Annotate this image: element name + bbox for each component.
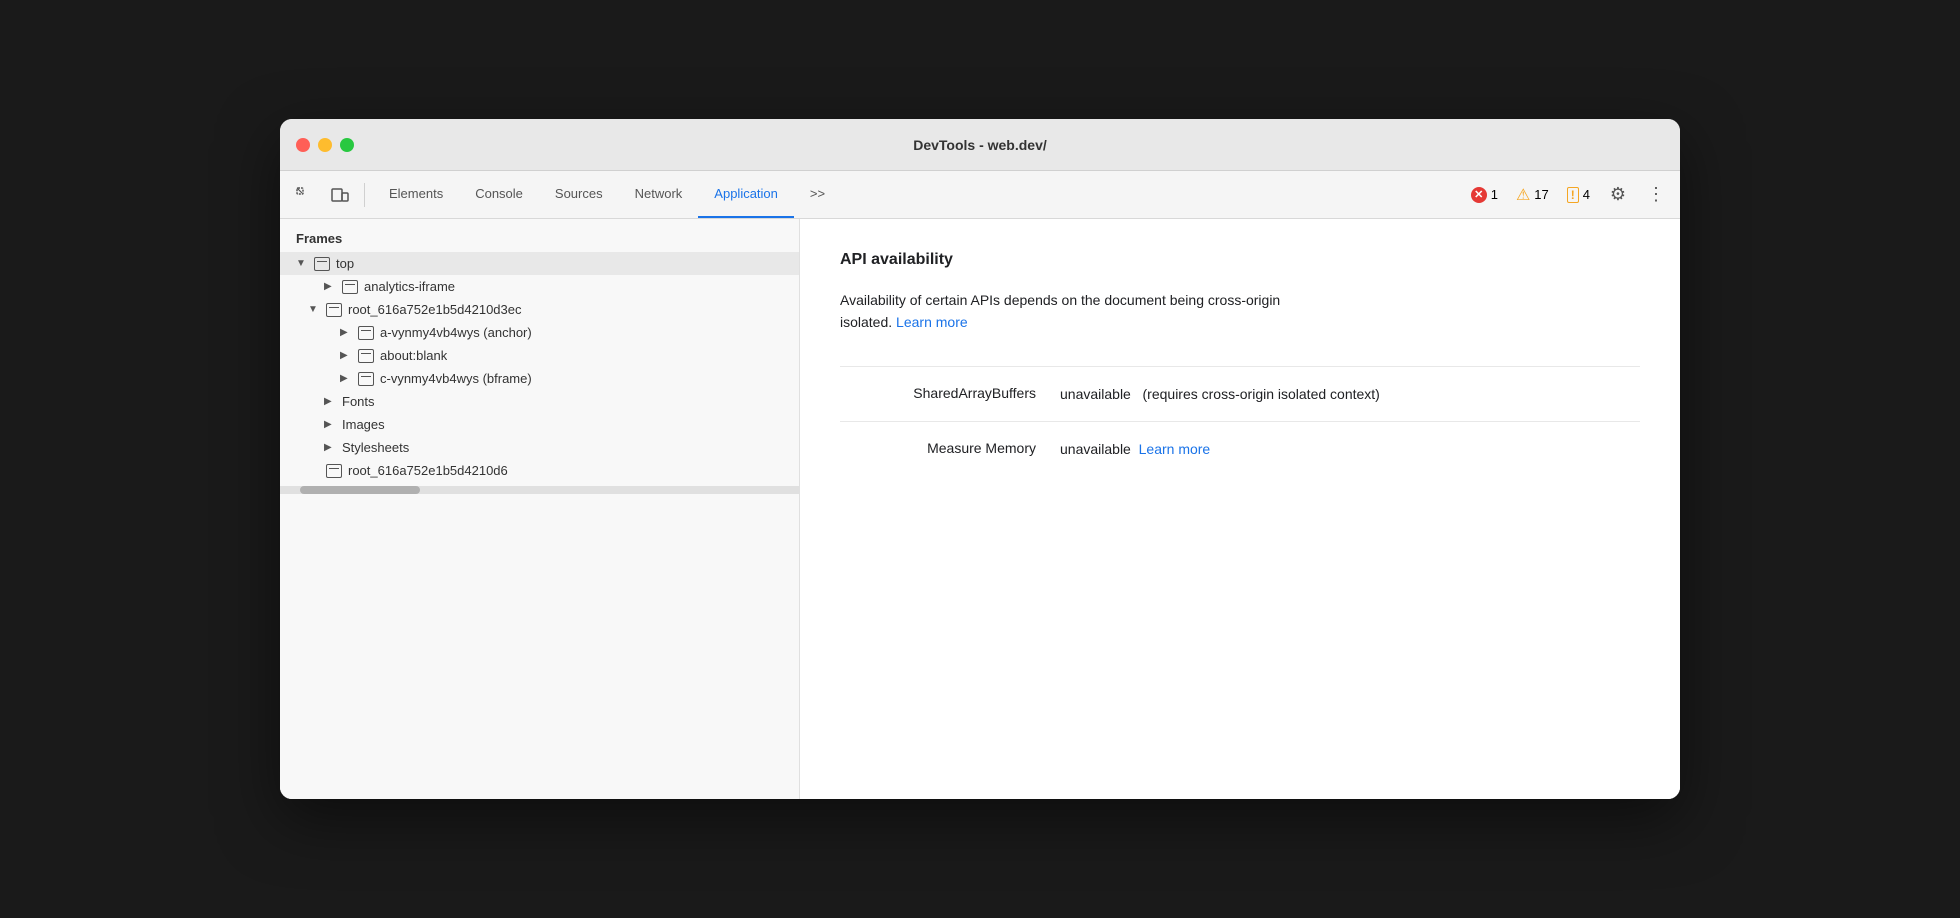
sidebar-item-label: root_616a752e1b5d4210d6 <box>348 463 508 478</box>
tab-elements[interactable]: Elements <box>373 171 459 218</box>
sidebar-item-label: top <box>336 256 354 271</box>
inspect-element-icon[interactable] <box>288 179 320 211</box>
sidebar-item-analytics-iframe[interactable]: analytics-iframe <box>280 275 799 298</box>
chevron-right-icon <box>324 281 336 292</box>
sidebar-item-label: analytics-iframe <box>364 279 455 294</box>
sidebar-item-stylesheets[interactable]: Stylesheets <box>280 436 799 459</box>
chevron-down-icon <box>308 304 320 315</box>
maximize-button[interactable] <box>340 138 354 152</box>
api-availability-title: API availability <box>840 251 1640 269</box>
sidebar-item-label: a-vynmy4vb4wys (anchor) <box>380 325 532 340</box>
sidebar-item-label: Stylesheets <box>342 440 409 455</box>
measure-memory-label: Measure Memory <box>840 438 1060 456</box>
settings-icon[interactable]: ⚙ <box>1602 179 1634 211</box>
sidebar-horizontal-scrollbar[interactable] <box>280 486 799 494</box>
frame-icon <box>314 257 330 271</box>
sidebar-item-a-vynmy[interactable]: a-vynmy4vb4wys (anchor) <box>280 321 799 344</box>
error-icon: ✕ <box>1471 187 1487 203</box>
tab-more[interactable]: >> <box>794 171 841 218</box>
frame-icon <box>342 280 358 294</box>
device-toolbar-icon[interactable] <box>324 179 356 211</box>
main-content: Frames top analytics-iframe root_616a752… <box>280 219 1680 799</box>
sidebar-item-c-vynmy[interactable]: c-vynmy4vb4wys (bframe) <box>280 367 799 390</box>
chevron-right-icon <box>340 350 352 361</box>
sidebar-item-label: c-vynmy4vb4wys (bframe) <box>380 371 532 386</box>
measure-memory-row: Measure Memory unavailable Learn more <box>840 421 1640 476</box>
availability-description: Availability of certain APIs depends on … <box>840 289 1640 334</box>
toolbar-right: ✕ 1 ⚠ 17 ! 4 ⚙ ⋮ <box>1465 179 1672 211</box>
sidebar-item-root[interactable]: root_616a752e1b5d4210d3ec <box>280 298 799 321</box>
chevron-right-icon <box>340 327 352 338</box>
title-bar: DevTools - web.dev/ <box>280 119 1680 171</box>
frames-section-header: Frames <box>280 219 799 252</box>
shared-array-buffers-row: SharedArrayBuffers unavailable (requires… <box>840 366 1640 421</box>
frame-icon <box>326 303 342 317</box>
tab-console[interactable]: Console <box>459 171 539 218</box>
frame-icon <box>358 372 374 386</box>
devtools-window: DevTools - web.dev/ Elements Console <box>280 119 1680 799</box>
learn-more-link-1[interactable]: Learn more <box>896 314 968 330</box>
info-icon: ! <box>1567 187 1579 203</box>
tab-sources[interactable]: Sources <box>539 171 619 218</box>
sidebar-scroll-thumb[interactable] <box>300 486 420 494</box>
content-panel: API availability Availability of certain… <box>800 219 1680 799</box>
more-options-icon[interactable]: ⋮ <box>1640 179 1672 211</box>
chevron-right-icon <box>324 419 336 430</box>
sidebar-item-root2[interactable]: root_616a752e1b5d4210d6 <box>280 459 799 482</box>
sidebar-item-about-blank[interactable]: about:blank <box>280 344 799 367</box>
chevron-right-icon <box>324 442 336 453</box>
tab-network[interactable]: Network <box>619 171 699 218</box>
chevron-right-icon <box>340 373 352 384</box>
minimize-button[interactable] <box>318 138 332 152</box>
close-button[interactable] <box>296 138 310 152</box>
sidebar-item-label: root_616a752e1b5d4210d3ec <box>348 302 522 317</box>
frame-icon <box>358 326 374 340</box>
toolbar-divider <box>364 183 365 207</box>
warning-badge[interactable]: ⚠ 17 <box>1510 183 1555 207</box>
shared-array-buffers-label: SharedArrayBuffers <box>840 383 1060 401</box>
chevron-right-icon <box>324 396 336 407</box>
shared-array-buffers-value: unavailable (requires cross-origin isola… <box>1060 383 1640 405</box>
sidebar-item-label: about:blank <box>380 348 447 363</box>
api-table: SharedArrayBuffers unavailable (requires… <box>840 366 1640 477</box>
error-badge[interactable]: ✕ 1 <box>1465 185 1504 205</box>
sidebar-item-top[interactable]: top <box>280 252 799 275</box>
frame-icon <box>326 464 342 478</box>
learn-more-link-2[interactable]: Learn more <box>1139 441 1211 457</box>
sidebar[interactable]: Frames top analytics-iframe root_616a752… <box>280 219 800 799</box>
sidebar-item-label: Images <box>342 417 385 432</box>
sidebar-item-images[interactable]: Images <box>280 413 799 436</box>
tab-bar: Elements Console Sources Network Applica… <box>373 171 1461 218</box>
chevron-down-icon <box>296 258 308 269</box>
tab-application[interactable]: Application <box>698 171 794 218</box>
toolbar: Elements Console Sources Network Applica… <box>280 171 1680 219</box>
sidebar-item-label: Fonts <box>342 394 375 409</box>
sidebar-item-fonts[interactable]: Fonts <box>280 390 799 413</box>
frame-icon <box>358 349 374 363</box>
warning-icon: ⚠ <box>1516 185 1530 205</box>
measure-memory-value: unavailable Learn more <box>1060 438 1640 460</box>
info-badge[interactable]: ! 4 <box>1561 185 1596 205</box>
traffic-lights <box>296 138 354 152</box>
window-title: DevTools - web.dev/ <box>913 137 1047 153</box>
